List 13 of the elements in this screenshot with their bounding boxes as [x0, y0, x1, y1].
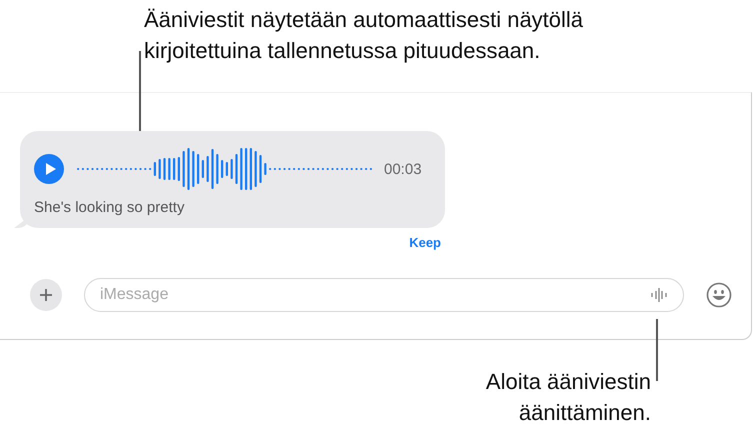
add-button[interactable]: [30, 279, 62, 311]
audio-record-icon[interactable]: [650, 286, 668, 304]
leader-line: [656, 319, 658, 381]
callout-text: Ääniviestit näytetään automaattisesti näytöllä kirjoitettuina tallennetussa pituudessaan.: [144, 6, 584, 65]
emoji-icon[interactable]: [706, 282, 732, 308]
play-button[interactable]: [34, 154, 64, 184]
transcript-text: She's looking so pretty: [34, 199, 186, 216]
duration-text: 00:03: [384, 160, 422, 178]
keep-link[interactable]: Keep: [405, 235, 445, 250]
plus-icon: [39, 288, 53, 302]
message-field[interactable]: iMessage: [84, 278, 684, 312]
play-icon: [44, 162, 56, 176]
callout-text: Aloita ääniviestin äänittäminen.: [484, 368, 651, 427]
